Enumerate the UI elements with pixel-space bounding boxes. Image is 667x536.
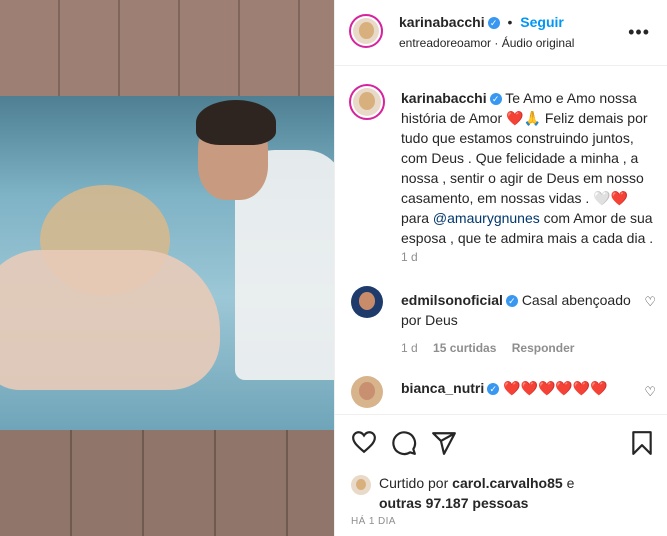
liker-username[interactable]: carol.carvalho85 (452, 475, 563, 491)
follow-button[interactable]: Seguir (520, 14, 564, 30)
caption-avatar[interactable] (349, 84, 385, 120)
bookmark-icon[interactable] (631, 430, 653, 456)
likes-summary: Curtido por carol.carvalho85 e outras 97… (379, 473, 659, 513)
caption-time[interactable]: 1 d (401, 250, 418, 264)
instagram-post: karinabacchi ✓ • Seguir entreadoreoamor ·… (0, 0, 667, 536)
verified-icon: ✓ (487, 17, 500, 30)
posted-ago[interactable]: HÁ 1 DIA (351, 516, 396, 527)
likes-mid: e (566, 475, 575, 491)
background-floor (0, 430, 334, 536)
comment: bianca_nutri ✓ ❤️❤️❤️❤️❤️❤️ (401, 378, 641, 398)
comment-avatar[interactable] (351, 376, 383, 408)
man-hair (196, 100, 276, 145)
comment: edmilsonoficial ✓ Casal abençoado por Deu… (401, 290, 631, 330)
heart-icon[interactable] (351, 430, 377, 454)
likes-prefix: Curtido por (379, 475, 449, 491)
verified-icon: ✓ (487, 383, 500, 396)
comment-like-icon[interactable]: ♡ (644, 384, 656, 400)
action-bar (335, 414, 667, 475)
audio-label[interactable]: entreadoreoamor · Áudio original (399, 36, 574, 50)
likes-others[interactable]: outras 97.187 pessoas (379, 495, 528, 511)
comment-like-icon[interactable]: ♡ (644, 294, 656, 310)
post-caption: karinabacchi ✓ Te Amo e Amo nossa históri… (401, 88, 656, 248)
caption-username[interactable]: karinabacchi (401, 90, 487, 106)
comment-text: ❤️❤️❤️❤️❤️❤️ (503, 380, 608, 396)
verified-icon: ✓ (505, 295, 518, 308)
author-username[interactable]: karinabacchi (399, 14, 485, 30)
author-avatar[interactable] (349, 14, 383, 48)
more-dots-icon[interactable]: ••• (628, 22, 650, 43)
liker-avatar[interactable] (351, 475, 371, 495)
post-video[interactable] (0, 0, 334, 536)
share-icon[interactable] (431, 430, 457, 456)
woman-figure (0, 250, 220, 390)
comment-icon[interactable] (391, 430, 417, 456)
verified-icon: ✓ (489, 93, 502, 106)
comment-likes[interactable]: 15 curtidas (433, 341, 496, 355)
mention-link[interactable]: @amaurygnunes (433, 210, 540, 226)
post-header: karinabacchi ✓ • Seguir entreadoreoamor ·… (335, 0, 667, 66)
comment-username[interactable]: edmilsonoficial (401, 292, 503, 308)
comments-section: karinabacchi ✓ Te Amo e Amo nossa históri… (335, 66, 667, 414)
caption-emojis-1: ❤️🙏 (506, 110, 541, 126)
comment-meta: 1 d 15 curtidas Responder (401, 341, 574, 355)
background-wall (0, 0, 334, 96)
dot-separator: • (507, 14, 513, 30)
comment-username[interactable]: bianca_nutri (401, 380, 484, 396)
post-side-panel: karinabacchi ✓ • Seguir entreadoreoamor ·… (334, 0, 667, 536)
caption-text-3: para (401, 210, 430, 226)
comment-avatar[interactable] (351, 286, 383, 318)
caption-emojis-2: 🤍❤️ (593, 190, 629, 206)
reply-button[interactable]: Responder (512, 341, 575, 355)
comment-time[interactable]: 1 d (401, 341, 418, 355)
